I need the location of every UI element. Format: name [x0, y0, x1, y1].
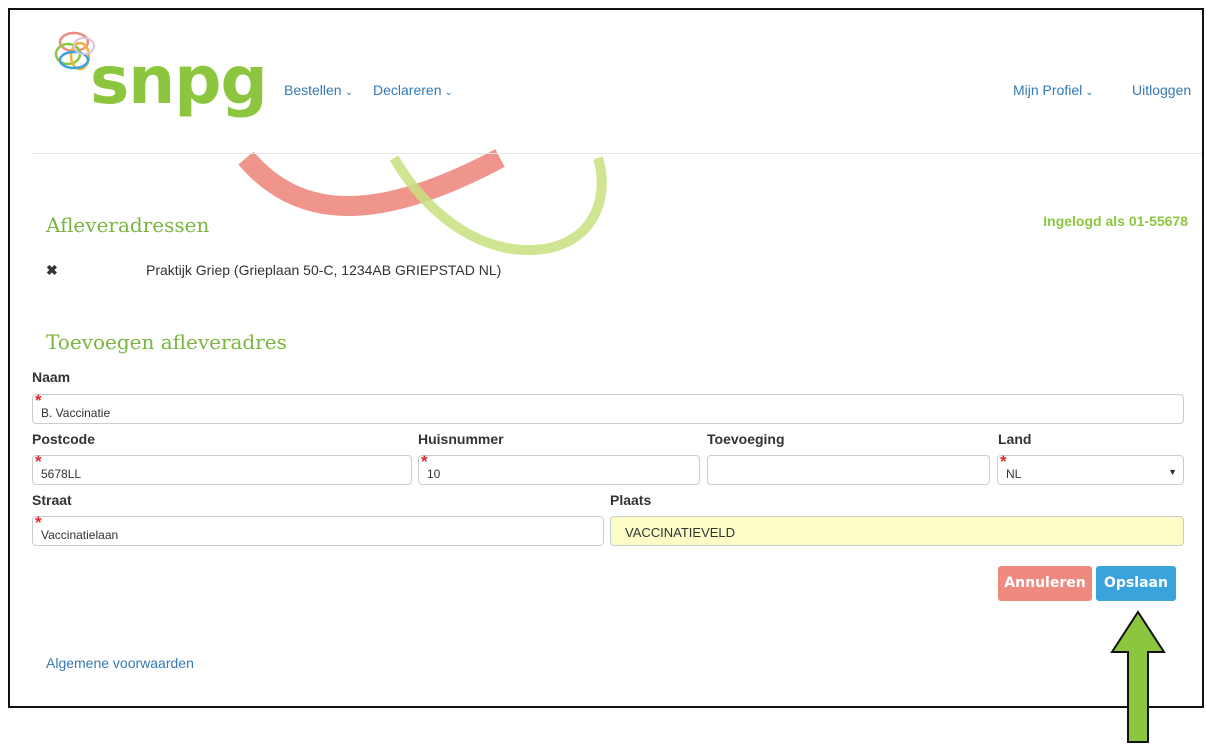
- toevoeging-input[interactable]: [707, 455, 990, 485]
- naam-value: B. Vaccinatie: [41, 406, 111, 420]
- nav-mijn-profiel-label: Mijn Profiel: [1013, 82, 1083, 98]
- postcode-value: 5678LL: [41, 467, 82, 481]
- plaats-input[interactable]: VACCINATIEVELD: [610, 516, 1184, 546]
- huisnummer-input[interactable]: * 10: [418, 452, 700, 485]
- chevron-down-icon: ⌄: [444, 87, 453, 98]
- huisnummer-value: 10: [427, 467, 441, 481]
- logged-in-status: Ingelogd als 01-55678: [1043, 213, 1188, 229]
- terms-link[interactable]: Algemene voorwaarden: [46, 655, 194, 671]
- nav-declareren[interactable]: Declareren ⌄: [373, 82, 453, 98]
- nav-uitloggen[interactable]: Uitloggen: [1132, 82, 1191, 98]
- nav-bestellen[interactable]: Bestellen ⌄: [284, 82, 353, 98]
- cancel-button[interactable]: Annuleren: [998, 566, 1092, 601]
- huisnummer-label: Huisnummer: [418, 431, 504, 447]
- required-marker: *: [35, 513, 42, 532]
- pointer-arrow-icon: [1110, 610, 1166, 743]
- straat-label: Straat: [32, 492, 72, 508]
- naam-label: Naam: [32, 369, 71, 385]
- dropdown-arrow-icon: ▼: [1168, 467, 1177, 477]
- required-marker: *: [35, 391, 42, 410]
- toevoeging-label: Toevoeging: [707, 431, 785, 447]
- snpg-logo[interactable]: snpg: [48, 26, 288, 156]
- postcode-label: Postcode: [32, 431, 96, 447]
- nav-declareren-label: Declareren: [373, 82, 442, 98]
- plaats-label: Plaats: [610, 492, 652, 508]
- plaats-value: VACCINATIEVELD: [625, 525, 736, 540]
- required-marker: *: [35, 452, 42, 471]
- addresses-title: Afleveradressen: [46, 213, 210, 237]
- app-frame: snpg Bestellen ⌄ Declareren ⌄ Mijn Profiel…: [8, 8, 1204, 708]
- chevron-down-icon: ⌄: [1085, 87, 1094, 98]
- chevron-down-icon: ⌄: [344, 87, 353, 98]
- delete-x-icon[interactable]: ✖: [46, 262, 58, 279]
- address-text: Praktijk Griep (Grieplaan 50-C, 1234AB G…: [146, 262, 502, 278]
- nav-mijn-profiel[interactable]: Mijn Profiel ⌄: [1013, 82, 1094, 98]
- required-marker: *: [421, 452, 428, 471]
- land-label: Land: [998, 431, 1032, 447]
- header-divider: [32, 153, 1202, 154]
- straat-value: Vaccinatielaan: [41, 528, 119, 542]
- logo-text: snpg: [90, 42, 268, 119]
- form-title: Toevoegen afleveradres: [46, 330, 287, 354]
- land-select[interactable]: * NL ▼: [997, 452, 1184, 485]
- save-button[interactable]: Opslaan: [1096, 566, 1176, 601]
- land-value: NL: [1006, 467, 1022, 481]
- naam-input[interactable]: * B. Vaccinatie: [32, 391, 1184, 424]
- nav-bestellen-label: Bestellen: [284, 82, 342, 98]
- required-marker: *: [1000, 452, 1007, 471]
- postcode-input[interactable]: * 5678LL: [32, 452, 412, 485]
- straat-input[interactable]: * Vaccinatielaan: [32, 513, 604, 546]
